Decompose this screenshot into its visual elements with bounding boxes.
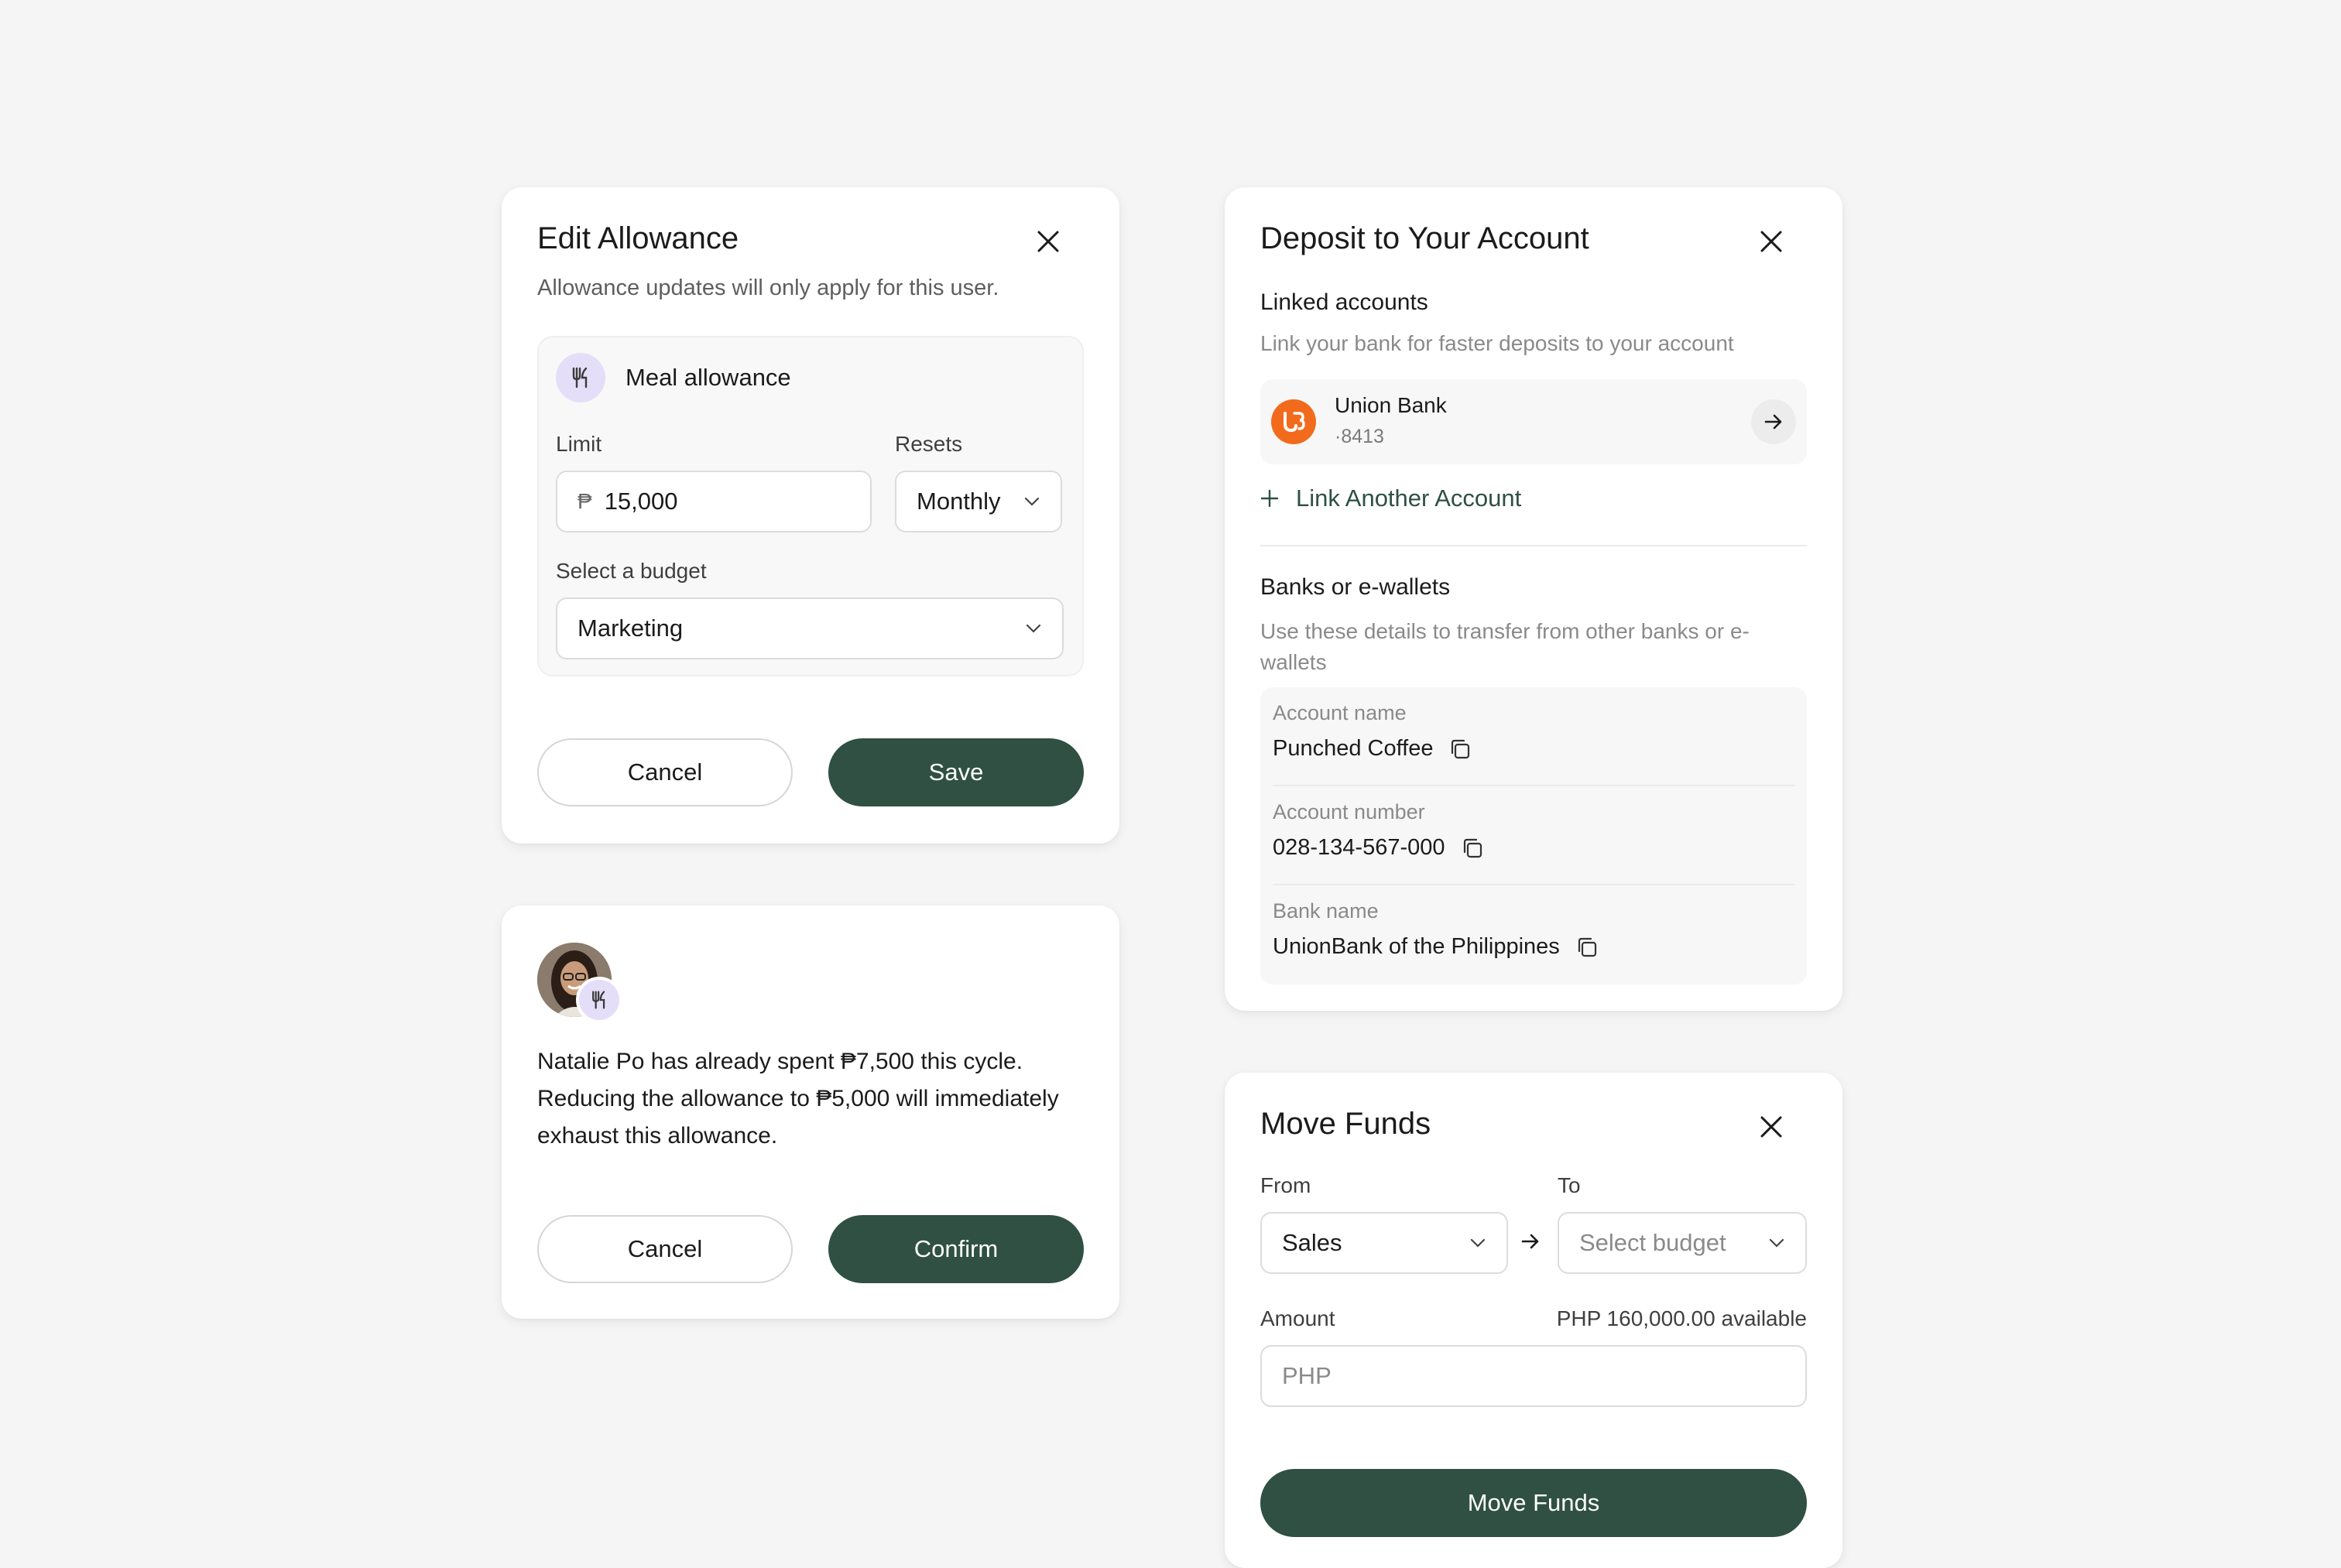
resets-label: Resets: [895, 432, 963, 456]
move-funds-card: Move Funds From Sales To Select budget A…: [1225, 1073, 1842, 1568]
linked-accounts-desc: Link your bank for faster deposits to yo…: [1260, 331, 1734, 355]
arrow-right-icon[interactable]: [1751, 399, 1796, 444]
to-select[interactable]: Select budget: [1558, 1212, 1807, 1274]
copy-icon[interactable]: [1575, 936, 1599, 959]
detail-value: UnionBank of the Philippines: [1273, 934, 1560, 959]
chevron-down-icon: [1025, 623, 1042, 634]
fork-knife-icon: [576, 977, 622, 1023]
bank-name: Union Bank: [1335, 393, 1447, 417]
detail-divider: [1273, 785, 1794, 786]
deposit-title: Deposit to Your Account: [1260, 221, 1589, 255]
chevron-down-icon: [1023, 496, 1040, 507]
detail-label: Account number: [1273, 800, 1425, 823]
move-funds-title: Move Funds: [1260, 1107, 1431, 1141]
detail-value: Punched Coffee: [1273, 736, 1434, 761]
resets-value: Monthly: [917, 488, 1001, 515]
edit-allowance-subtitle: Allowance updates will only apply for th…: [537, 276, 999, 300]
allowance-name: Meal allowance: [626, 364, 791, 391]
fork-knife-icon: [556, 353, 605, 402]
limit-input[interactable]: ₱ 15,000: [556, 471, 872, 532]
detail-label: Bank name: [1273, 899, 1379, 923]
confirm-button[interactable]: Confirm: [828, 1215, 1084, 1283]
to-placeholder: Select budget: [1579, 1229, 1726, 1256]
from-value: Sales: [1282, 1229, 1342, 1256]
close-icon[interactable]: [1754, 1110, 1788, 1144]
confirm-message: Natalie Po has already spent ₱7,500 this…: [537, 1043, 1059, 1155]
copy-icon[interactable]: [1461, 837, 1484, 860]
banks-desc-line: Use these details to transfer from other…: [1260, 619, 1750, 643]
transfer-details-panel: Account name Punched Coffee Account numb…: [1260, 687, 1807, 984]
from-select[interactable]: Sales: [1260, 1212, 1508, 1274]
budget-select[interactable]: Marketing: [556, 597, 1064, 659]
detail-account-number: Account number 028-134-567-000: [1260, 800, 1807, 861]
detail-divider: [1273, 884, 1794, 885]
link-another-account-button[interactable]: Link Another Account: [1260, 484, 1521, 512]
banks-desc: Use these details to transfer from other…: [1260, 616, 1750, 678]
detail-label: Account name: [1273, 701, 1407, 724]
union-bank-logo-icon: [1271, 399, 1316, 444]
limit-value: 15,000: [604, 488, 678, 515]
limit-label: Limit: [556, 432, 602, 456]
detail-value: 028-134-567-000: [1273, 835, 1445, 860]
amount-placeholder: PHP: [1282, 1362, 1332, 1389]
close-icon[interactable]: [1031, 224, 1065, 258]
resets-select[interactable]: Monthly: [895, 471, 1062, 532]
cancel-button[interactable]: Cancel: [537, 1215, 793, 1283]
message-line: exhaust this allowance.: [537, 1123, 778, 1149]
move-funds-button[interactable]: Move Funds: [1260, 1469, 1807, 1537]
plus-icon: [1260, 489, 1279, 508]
budget-value: Marketing: [578, 615, 684, 642]
message-line: Reducing the allowance to ₱5,000 will im…: [537, 1086, 1059, 1111]
linked-accounts-heading: Linked accounts: [1260, 289, 1428, 315]
confirm-card: Natalie Po has already spent ₱7,500 this…: [502, 906, 1119, 1319]
bank-account-mask: ·8413: [1335, 426, 1384, 447]
banks-desc-line: wallets: [1260, 650, 1327, 674]
cancel-button[interactable]: Cancel: [537, 738, 793, 806]
edit-allowance-card: Edit Allowance Allowance updates will on…: [502, 187, 1119, 844]
linked-bank-row[interactable]: Union Bank ·8413: [1260, 379, 1807, 464]
deposit-card: Deposit to Your Account Linked accounts …: [1225, 187, 1842, 1011]
edit-allowance-title: Edit Allowance: [537, 221, 739, 255]
budget-label: Select a budget: [556, 559, 707, 583]
banks-heading: Banks or e-wallets: [1260, 574, 1451, 600]
copy-icon[interactable]: [1448, 738, 1472, 761]
close-icon[interactable]: [1754, 224, 1788, 258]
message-line: Natalie Po has already spent ₱7,500 this…: [537, 1049, 1023, 1074]
chevron-down-icon: [1469, 1238, 1486, 1248]
to-label: To: [1558, 1173, 1581, 1197]
detail-account-name: Account name Punched Coffee: [1260, 701, 1807, 762]
detail-bank-name: Bank name UnionBank of the Philippines: [1260, 899, 1807, 960]
from-label: From: [1260, 1173, 1311, 1197]
save-button[interactable]: Save: [828, 738, 1084, 806]
link-another-label: Link Another Account: [1296, 484, 1522, 512]
section-divider: [1260, 545, 1807, 546]
allowance-panel: Meal allowance Limit ₱ 15,000 Resets Mon…: [537, 336, 1084, 676]
amount-label: Amount: [1260, 1306, 1335, 1330]
peso-sign: ₱: [578, 489, 592, 513]
available-balance: PHP 160,000.00 available: [1556, 1306, 1807, 1330]
arrow-right-icon: [1520, 1232, 1541, 1255]
amount-input[interactable]: PHP: [1260, 1345, 1807, 1407]
chevron-down-icon: [1768, 1238, 1785, 1248]
